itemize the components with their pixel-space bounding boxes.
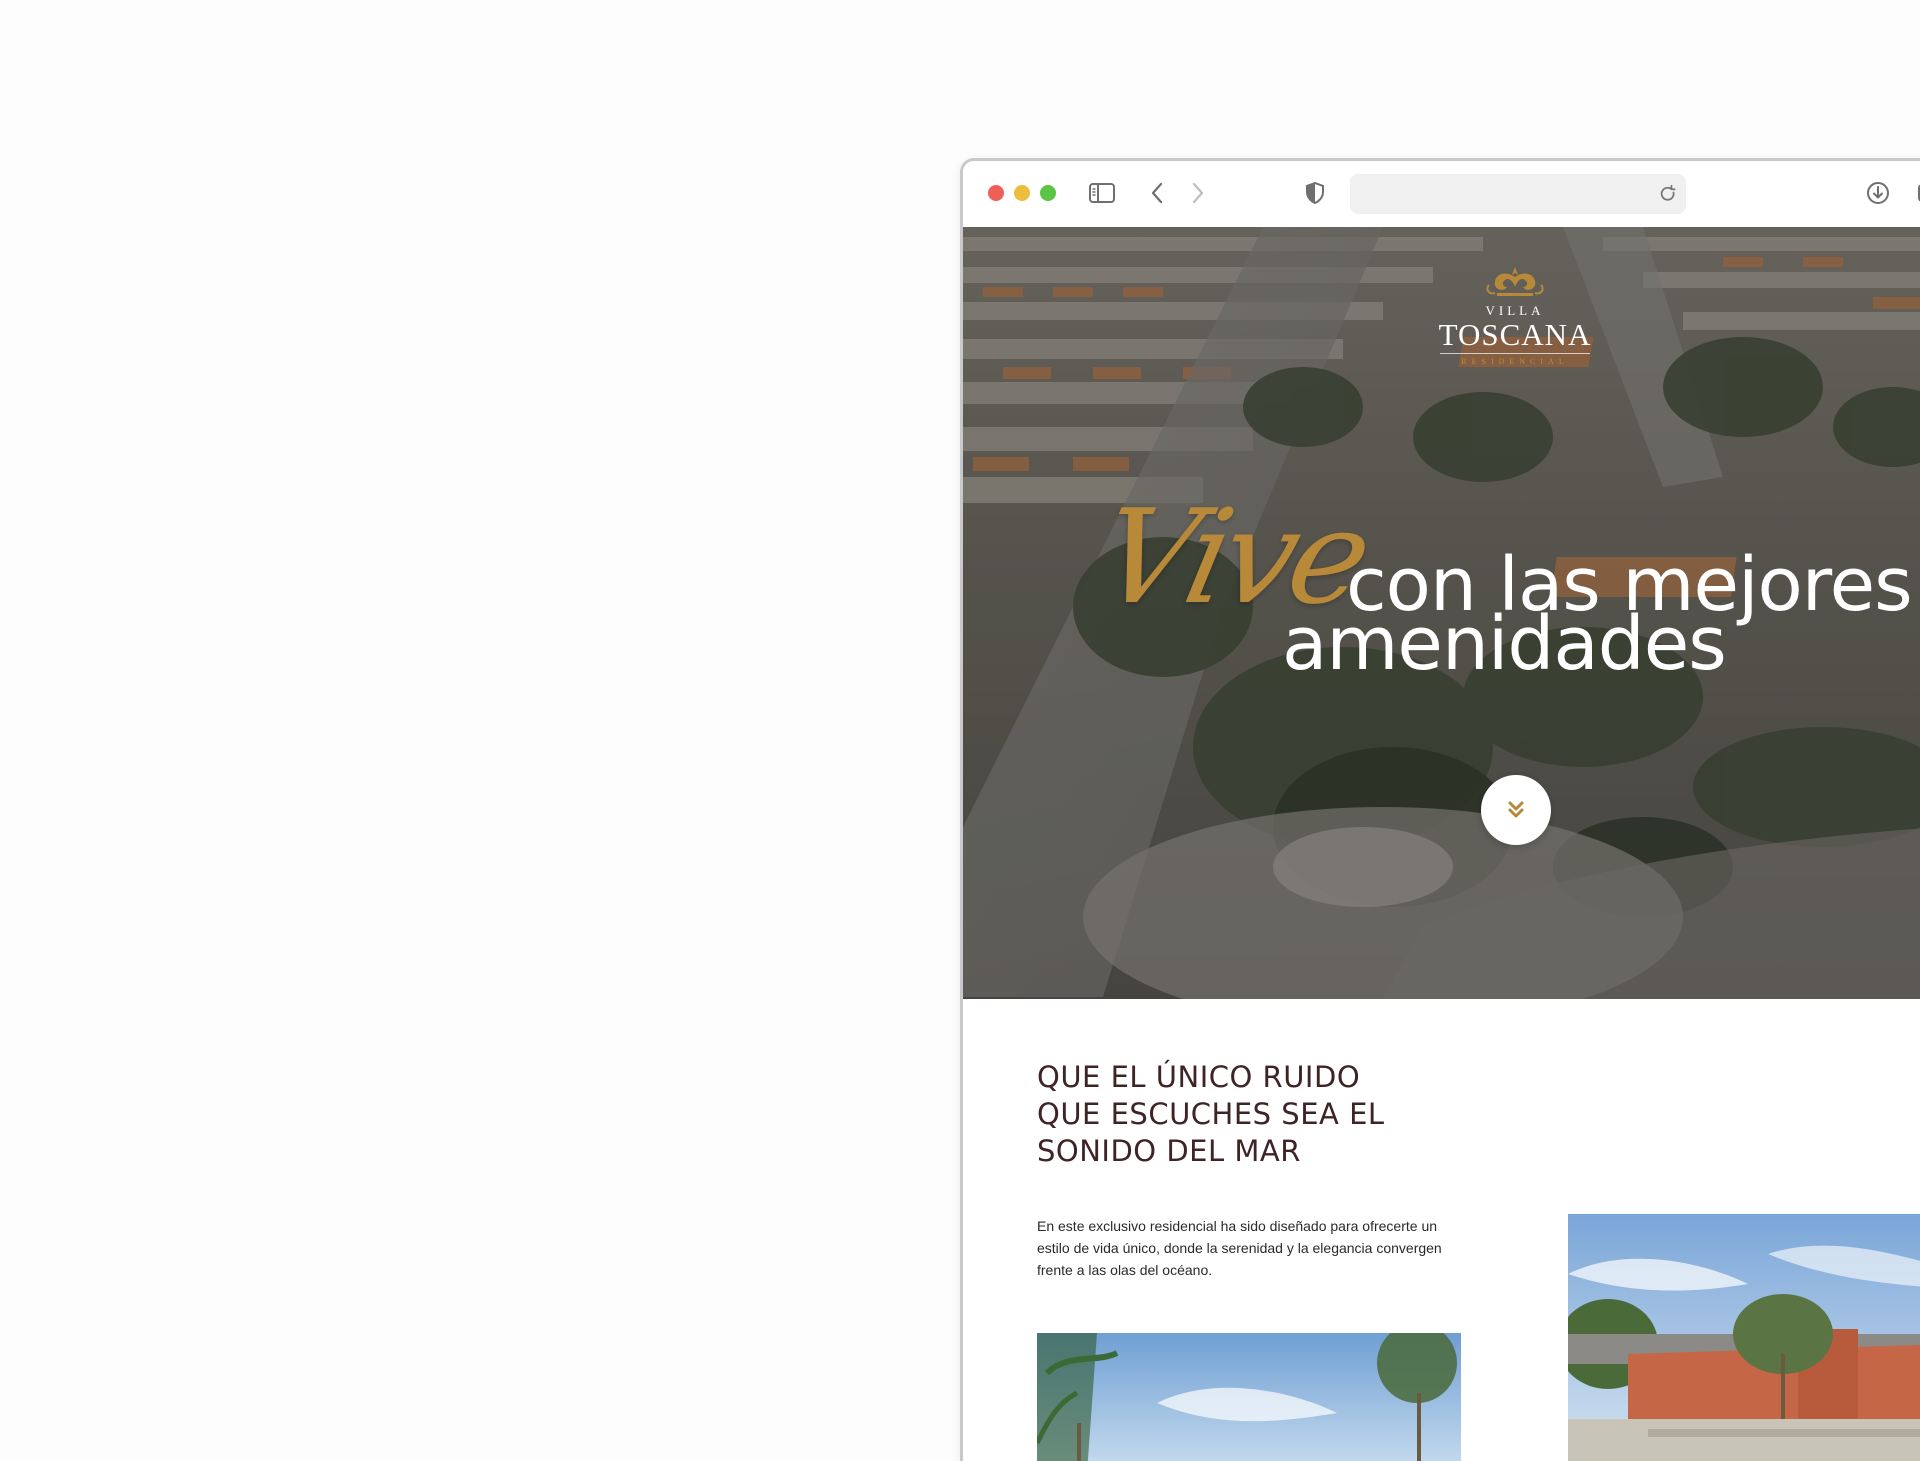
logo-crest-icon [1486, 267, 1544, 296]
address-bar[interactable] [1350, 174, 1686, 214]
residence-photo [1568, 1214, 1920, 1461]
forward-icon[interactable] [1187, 177, 1209, 209]
double-chevron-down-icon [1508, 801, 1524, 818]
section-title-line: SONIDO DEL MAR [1037, 1134, 1301, 1168]
section-title-line: QUE EL ÚNICO RUIDO [1037, 1060, 1361, 1094]
section-title: QUE EL ÚNICO RUIDO QUE ESCUCHES SEA EL S… [1037, 1059, 1457, 1170]
reload-icon[interactable] [1658, 184, 1678, 204]
minimize-window-button[interactable] [1014, 185, 1030, 201]
beach-photo [1037, 1333, 1461, 1461]
logo-toscana-text: TOSCANA [1438, 317, 1592, 352]
section-title-line: QUE ESCUCHES SEA EL [1037, 1097, 1385, 1131]
back-icon[interactable] [1146, 177, 1168, 209]
hero-section: VILLA TOSCANA RESIDENCIAL Vive con las m… [963, 227, 1920, 999]
sidebar-toggle-icon[interactable] [1087, 177, 1117, 209]
section-body-text: En este exclusivo residencial ha sido di… [1037, 1218, 1442, 1278]
villa-toscana-logo[interactable]: VILLA TOSCANA RESIDENCIAL [1425, 263, 1605, 366]
logo-residencial-text: RESIDENCIAL [1440, 353, 1590, 366]
privacy-shield-icon[interactable] [1303, 177, 1327, 209]
scroll-down-button[interactable] [1481, 775, 1551, 845]
tabs-overview-icon[interactable] [1915, 177, 1920, 209]
browser-toolbar [963, 161, 1920, 227]
close-window-button[interactable] [988, 185, 1004, 201]
browser-window: VILLA TOSCANA RESIDENCIAL Vive con las m… [960, 158, 1920, 1461]
zoom-window-button[interactable] [1040, 185, 1056, 201]
hero-headline-line-2: amenidades [1282, 601, 1727, 687]
download-icon[interactable] [1864, 177, 1892, 209]
